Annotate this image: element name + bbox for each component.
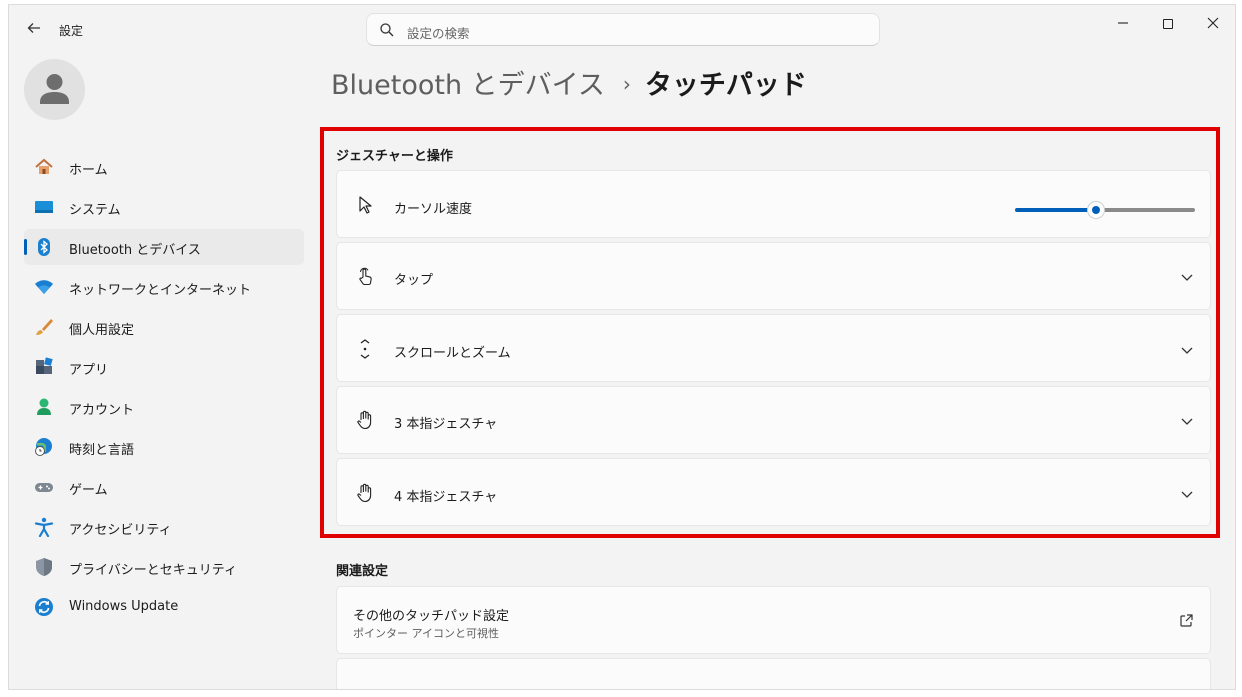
more-touchpad-label: その他のタッチパッド設定 — [353, 609, 510, 624]
more-touchpad-sublabel: ポインター アイコンと可視性 — [353, 627, 499, 640]
section-title-gestures: ジェスチャーと操作 — [336, 149, 453, 164]
sidebar-item-label: Windows Update — [69, 599, 179, 614]
tap-label: タップ — [394, 273, 434, 288]
breadcrumb-parent[interactable]: Bluetooth とデバイス — [331, 70, 605, 101]
app-title: 設定 — [59, 24, 84, 38]
sidebar-nav: ホーム システム Bluetooth とデバイス ネットワークとインターネット … — [24, 149, 304, 629]
breadcrumb-separator: › — [622, 72, 631, 96]
breadcrumb: Bluetooth とデバイス › タッチパッド — [331, 63, 807, 102]
sidebar-item-accounts[interactable]: アカウント — [24, 389, 304, 425]
sidebar-item-windows-update[interactable]: Windows Update — [24, 589, 304, 625]
minimize-icon — [1118, 22, 1128, 24]
three-finger-label: 3 本指ジェスチャ — [394, 417, 498, 432]
tap-card[interactable]: タップ — [336, 242, 1211, 310]
accessibility-icon — [34, 517, 54, 537]
windows-update-icon — [35, 598, 53, 616]
sidebar-item-privacy[interactable]: プライバシーとセキュリティ — [24, 549, 304, 585]
chevron-down-icon — [1181, 347, 1193, 354]
sidebar-item-personalization[interactable]: 個人用設定 — [24, 309, 304, 345]
sidebar-item-label: システム — [69, 203, 121, 218]
sidebar-item-apps[interactable]: アプリ — [24, 349, 304, 385]
close-button[interactable] — [1190, 11, 1235, 39]
three-finger-card[interactable]: 3 本指ジェスチャ — [336, 386, 1211, 454]
sidebar-item-home[interactable]: ホーム — [24, 149, 304, 185]
four-finger-card[interactable]: 4 本指ジェスチャ — [336, 458, 1211, 526]
four-finger-label: 4 本指ジェスチャ — [394, 490, 498, 505]
chevron-down-icon — [1181, 491, 1193, 498]
sidebar-item-time-language[interactable]: 時刻と言語 — [24, 429, 304, 465]
search-icon — [380, 23, 394, 37]
back-button[interactable] — [23, 19, 45, 41]
sidebar-item-label: アクセシビリティ — [69, 523, 172, 538]
sidebar-item-bluetooth[interactable]: Bluetooth とデバイス — [24, 229, 304, 265]
slider-thumb[interactable] — [1087, 201, 1105, 219]
sidebar-item-label: アカウント — [69, 403, 135, 418]
section-title-related: 関連設定 — [336, 564, 389, 579]
gamepad-icon — [35, 483, 53, 492]
sidebar-item-network[interactable]: ネットワークとインターネット — [24, 269, 304, 305]
scroll-zoom-label: スクロールとズーム — [394, 346, 511, 361]
cursor-speed-card: カーソル速度 — [336, 170, 1211, 238]
wifi-icon — [35, 280, 53, 294]
sidebar-item-label: ネットワークとインターネット — [69, 283, 252, 298]
slider-fill — [1015, 208, 1090, 212]
avatar[interactable] — [24, 59, 85, 120]
close-icon — [1207, 17, 1219, 29]
hand-icon — [357, 483, 372, 503]
scroll-icon — [360, 339, 370, 359]
slider-track — [1102, 208, 1195, 212]
sidebar-item-system[interactable]: システム — [24, 189, 304, 225]
sidebar-item-label: アプリ — [69, 363, 109, 378]
sidebar-item-label: 時刻と言語 — [69, 443, 135, 458]
sidebar-item-label: ゲーム — [69, 483, 108, 498]
chevron-down-icon — [1181, 274, 1193, 281]
search-input[interactable]: 設定の検索 — [407, 23, 470, 42]
maximize-button[interactable] — [1145, 11, 1191, 39]
maximize-icon — [1163, 18, 1173, 29]
settings-window: 設定 設定の検索 ホーム システム Bluetooth とデバイス ネットワーク… — [8, 4, 1236, 690]
cursor-speed-slider[interactable] — [1015, 200, 1195, 220]
hand-icon — [357, 410, 372, 430]
chevron-down-icon — [1181, 418, 1193, 425]
cursor-speed-label: カーソル速度 — [394, 202, 473, 217]
scroll-zoom-card[interactable]: スクロールとズーム — [336, 314, 1211, 382]
user-icon — [40, 74, 69, 104]
account-icon — [37, 398, 51, 415]
search-box[interactable]: 設定の検索 — [366, 13, 880, 46]
globe-clock-icon — [35, 438, 52, 456]
sidebar-item-gaming[interactable]: ゲーム — [24, 469, 304, 505]
home-icon — [35, 158, 53, 174]
apps-icon — [36, 357, 53, 374]
back-arrow-icon — [27, 23, 40, 33]
bluetooth-icon — [38, 238, 50, 256]
tap-icon — [359, 267, 372, 286]
cursor-icon — [359, 196, 372, 214]
external-link-icon — [1180, 614, 1193, 627]
sidebar-item-accessibility[interactable]: アクセシビリティ — [24, 509, 304, 545]
sidebar-item-label: ホーム — [69, 163, 108, 178]
sidebar-item-label: プライバシーとセキュリティ — [69, 563, 237, 578]
minimize-button[interactable] — [1100, 11, 1146, 39]
brush-icon — [36, 319, 53, 335]
related-settings-card-partial[interactable] — [336, 658, 1211, 689]
system-icon — [35, 201, 53, 213]
shield-icon — [36, 558, 52, 576]
sidebar-item-label: Bluetooth とデバイス — [69, 243, 201, 258]
page-title: タッチパッド — [644, 70, 807, 101]
more-touchpad-settings-card[interactable]: その他のタッチパッド設定 ポインター アイコンと可視性 — [336, 586, 1211, 654]
title-bar: 設定 設定の検索 — [9, 5, 1235, 53]
sidebar-item-label: 個人用設定 — [69, 323, 135, 338]
